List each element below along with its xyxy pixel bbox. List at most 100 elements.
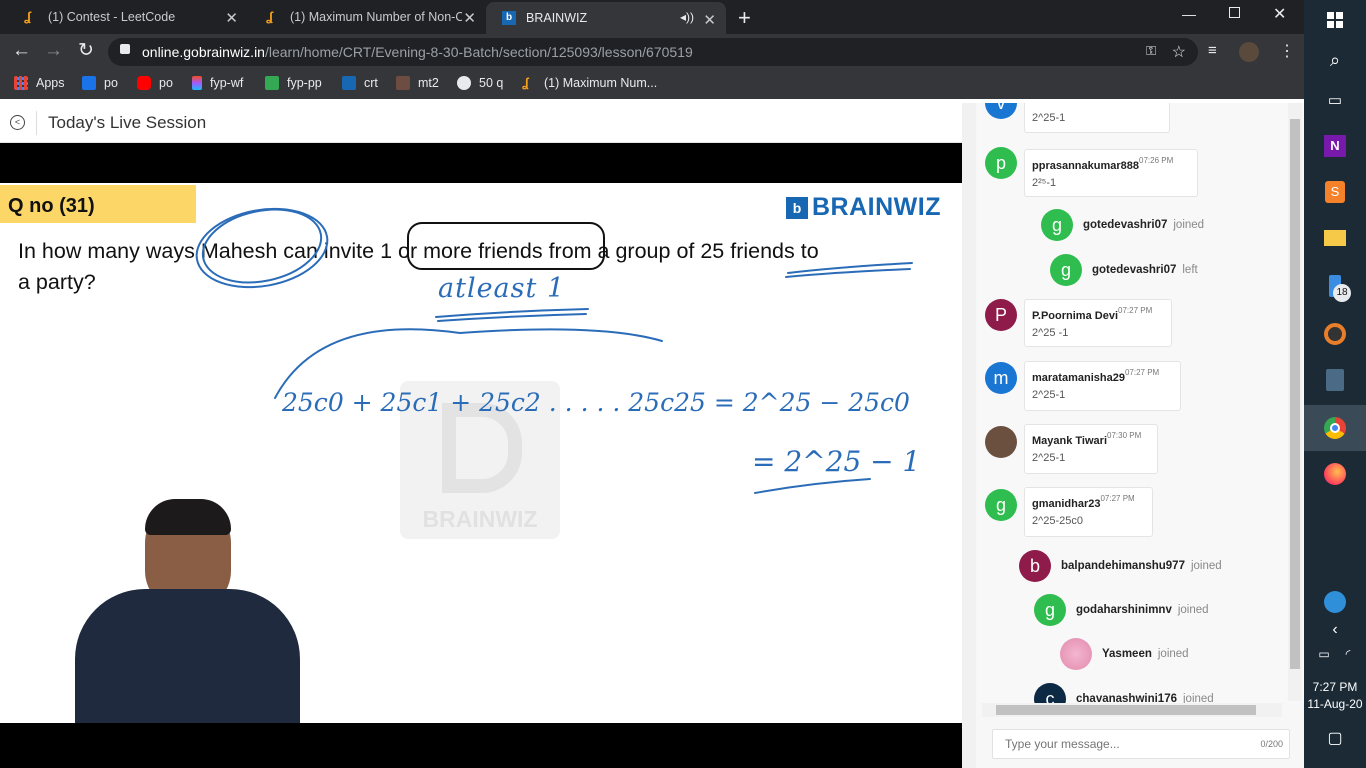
cc-icon — [396, 76, 410, 90]
leetcode-icon: ʆ — [24, 9, 32, 24]
avatar-photo — [1060, 638, 1092, 670]
network-share-icon[interactable] — [1321, 588, 1349, 616]
mahesh-circle-2 — [201, 208, 323, 284]
chat-message: Mayank Tiwari07:30 PM 2^25-1 — [1024, 424, 1158, 474]
calculator-icon[interactable] — [1321, 366, 1349, 394]
avatar: P — [985, 299, 1017, 331]
task-view-icon[interactable]: ▭ — [1321, 86, 1349, 114]
tab-leetcode-problem[interactable]: ʆ (1) Maximum Number of Non-Ov ✕ — [250, 0, 486, 34]
tab-leetcode-contest[interactable]: ʆ (1) Contest - LeetCode ✕ — [8, 0, 248, 34]
avatar: b — [1019, 550, 1051, 582]
instructor-body — [75, 589, 300, 723]
chat-message: 2^25-1 — [1024, 103, 1170, 133]
chat-message: maratamanisha2907:27 PM 2^25-1 — [1024, 361, 1181, 411]
friends-box — [407, 222, 605, 270]
firefox-icon[interactable] — [1321, 460, 1349, 488]
clock-time[interactable]: 7:27 PM — [1304, 680, 1366, 694]
back-circle-icon[interactable]: < — [10, 115, 25, 130]
geeks-icon — [82, 76, 96, 90]
page-header: < Today's Live Session — [0, 103, 962, 143]
chat-event: c chavanashwini176 joined — [1034, 683, 1214, 703]
youtube-icon — [137, 76, 151, 90]
speaker-icon[interactable]: ◂)) — [680, 10, 694, 24]
star-icon[interactable]: ☆ — [1172, 42, 1186, 62]
file-explorer-icon[interactable] — [1321, 224, 1349, 252]
browser-tab-bar: ʆ (1) Contest - LeetCode ✕ ʆ (1) Maximum… — [0, 0, 1304, 34]
divider — [36, 111, 37, 135]
phone-icon[interactable]: 18 — [1321, 272, 1351, 302]
sublime-icon[interactable]: S — [1321, 178, 1349, 206]
chat-input-box[interactable]: 0/200 — [992, 729, 1290, 759]
avatar: g — [1041, 209, 1073, 241]
instructor-hair — [145, 499, 231, 535]
result-underline — [754, 478, 871, 494]
search-icon[interactable]: ⌕ — [1321, 46, 1349, 74]
sheet-icon — [265, 76, 279, 90]
bookmark-leetcode[interactable]: ʆ (1) Maximum Num... — [522, 76, 657, 90]
bookmark-fyp-wf[interactable]: fyp-wf — [192, 76, 243, 90]
onenote-icon[interactable]: N — [1321, 132, 1349, 160]
chat-scroll-area[interactable]: v 2^25-1 p pprasannakumar88807:26 PM 2²⁵… — [978, 103, 1304, 703]
avatar-photo — [985, 426, 1017, 458]
forward-icon[interactable]: → — [44, 40, 63, 62]
chat-event: Yasmeen joined — [1060, 638, 1189, 670]
chat-vertical-scrollbar[interactable] — [1288, 103, 1302, 701]
bookmark-crt[interactable]: crt — [342, 76, 378, 90]
bookmark-fyp-pp[interactable]: fyp-pp — [265, 76, 322, 90]
handwritten-series: 25c0 + 25c1 + 25c2 . . . . . 25c25 = 2^2… — [282, 388, 910, 417]
key-icon[interactable]: ⚿ — [1146, 43, 1156, 59]
close-tab-icon[interactable]: ✕ — [225, 9, 238, 27]
globe-icon — [457, 76, 471, 90]
scrollbar-thumb[interactable] — [996, 705, 1256, 715]
avatar: g — [985, 489, 1017, 521]
wifi-icon[interactable]: ◜ — [1334, 640, 1362, 668]
bookmark-mt2[interactable]: mt2 — [396, 76, 439, 90]
bookmark-po-1[interactable]: po — [82, 76, 118, 90]
back-icon[interactable]: ← — [12, 40, 31, 62]
avatar: p — [985, 147, 1017, 179]
maximize-button[interactable] — [1229, 7, 1240, 18]
bookmark-po-2[interactable]: po — [137, 76, 173, 90]
menu-icon[interactable]: ⋮ — [1279, 41, 1295, 61]
new-tab-button[interactable]: + — [738, 5, 751, 31]
page-title: Today's Live Session — [48, 113, 207, 132]
apps-grid-icon — [14, 76, 28, 90]
windows-start-icon[interactable] — [1321, 6, 1349, 34]
brainwiz-favicon: b — [502, 11, 516, 25]
lecture-slide: Q no (31) b BRAINWIZ In how many ways Ma… — [0, 183, 962, 723]
address-bar[interactable]: online.gobrainwiz.in/learn/home/CRT/Even… — [108, 38, 1198, 66]
chat-event: b balpandehimanshu977 joined — [1019, 550, 1222, 582]
chat-horizontal-scrollbar[interactable] — [982, 703, 1282, 717]
chat-panel: v 2^25-1 p pprasannakumar88807:26 PM 2²⁵… — [962, 103, 1304, 768]
leetcode-icon: ʆ — [266, 9, 274, 24]
chat-message: P.Poornima Devi07:27 PM 2^25 -1 — [1024, 299, 1172, 347]
chrome-icon[interactable] — [1304, 405, 1366, 451]
close-window-button[interactable]: ✕ — [1273, 4, 1286, 24]
bookmarks-bar: Apps po po fyp-wf fyp-pp crt mt2 50 q ʆ … — [0, 70, 1304, 99]
reload-icon[interactable]: ↻ — [78, 39, 94, 62]
media-control-icon[interactable]: ≡ — [1208, 42, 1217, 59]
media-player-icon[interactable] — [1321, 320, 1349, 348]
windows-taskbar: ⌕ ▭ N S 18 ‹ ▭ ◜ 7:27 PM 11-Aug-20 ▢ — [1304, 0, 1366, 768]
scrollbar-thumb[interactable] — [1290, 119, 1300, 669]
profile-avatar[interactable] — [1239, 42, 1259, 62]
avatar: g — [1034, 594, 1066, 626]
handwritten-atleast: atleast 1 — [438, 273, 566, 304]
chat-message: pprasannakumar88807:26 PM 2²⁵-1 — [1024, 149, 1198, 197]
minimize-button[interactable]: — — [1182, 6, 1196, 22]
notification-center-icon[interactable]: ▢ — [1321, 724, 1349, 752]
close-tab-icon[interactable]: ✕ — [703, 11, 716, 29]
figma-icon — [192, 76, 202, 90]
clock-date[interactable]: 11-Aug-20 — [1304, 697, 1366, 711]
lock-icon — [120, 44, 130, 54]
handwritten-result: = 2^25 − 1 — [752, 445, 921, 478]
chat-message-input[interactable] — [1005, 737, 1235, 751]
tab-brainwiz[interactable]: b BRAINWIZ ◂)) ✕ — [486, 2, 726, 34]
page-scrollbar[interactable] — [962, 103, 976, 768]
bookmark-50q[interactable]: 50 q — [457, 76, 503, 90]
close-tab-icon[interactable]: ✕ — [463, 9, 476, 27]
notification-badge: 18 — [1333, 284, 1351, 302]
chat-event: g gotedevashri07 left — [1050, 254, 1198, 286]
bookmark-apps[interactable]: Apps — [14, 76, 65, 90]
char-counter: 0/200 — [1260, 739, 1283, 749]
